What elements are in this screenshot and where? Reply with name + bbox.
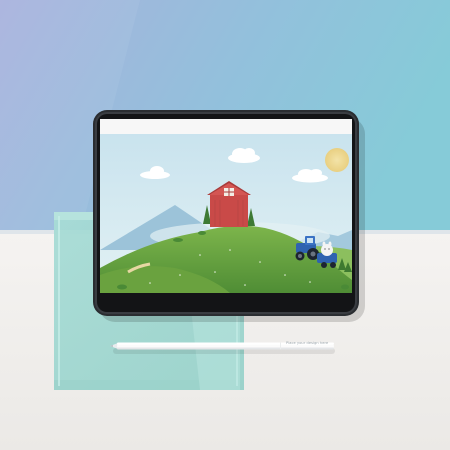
stylus-engraving: Place your design here [286, 341, 329, 345]
mockup-scene [0, 0, 450, 450]
screen-top-bar [100, 119, 352, 134]
sun-icon [325, 148, 349, 172]
tablet-screen [100, 119, 352, 293]
